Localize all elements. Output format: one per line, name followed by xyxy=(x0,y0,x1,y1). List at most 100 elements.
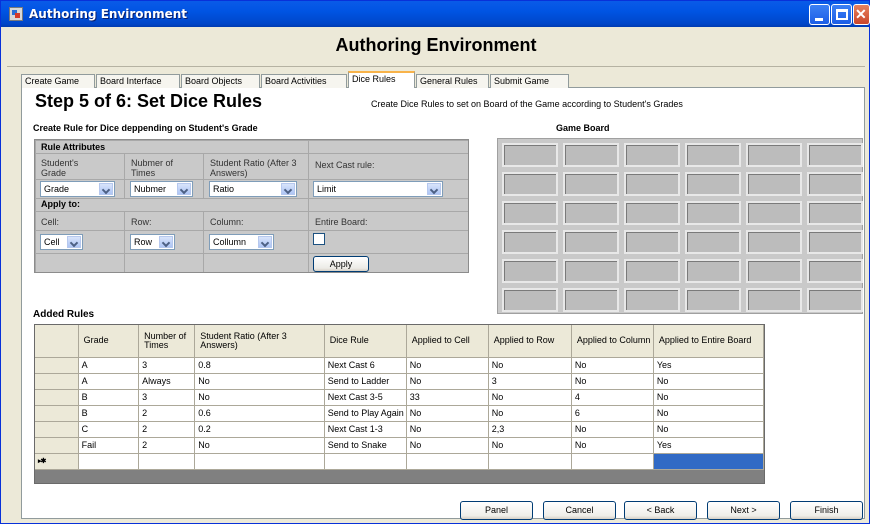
finish-button[interactable]: Finish xyxy=(790,501,863,520)
row-header[interactable] xyxy=(35,405,79,422)
board-cell[interactable] xyxy=(807,172,863,196)
board-cell[interactable] xyxy=(624,259,680,283)
table-cell[interactable]: No xyxy=(653,421,765,438)
table-cell[interactable]: No xyxy=(488,357,572,374)
board-cell[interactable] xyxy=(502,143,558,167)
new-row-cell[interactable] xyxy=(653,453,765,470)
panel-button[interactable]: Panel xyxy=(460,501,533,520)
table-cell[interactable]: Next Cast 1-3 xyxy=(324,421,407,438)
table-cell[interactable]: No xyxy=(406,437,489,454)
board-cell[interactable] xyxy=(502,259,558,283)
table-cell[interactable]: 2 xyxy=(138,421,196,438)
board-cell[interactable] xyxy=(502,230,558,254)
new-row-cell[interactable] xyxy=(571,453,654,470)
table-cell[interactable]: Send to Play Again xyxy=(324,405,407,422)
table-cell[interactable]: No xyxy=(488,405,572,422)
table-cell[interactable]: No xyxy=(406,357,489,374)
ratio-select[interactable]: Ratio xyxy=(209,181,297,197)
table-cell[interactable]: B xyxy=(78,405,140,422)
table-cell[interactable]: Next Cast 6 xyxy=(324,357,407,374)
cell-select[interactable]: Cell xyxy=(40,234,83,250)
table-cell[interactable]: 0.8 xyxy=(194,357,325,374)
board-cell[interactable] xyxy=(563,288,619,312)
apply-button[interactable]: Apply xyxy=(313,256,369,272)
table-cell[interactable]: No xyxy=(571,357,654,374)
added-rules-grid[interactable]: Grade Number of Times Student Ratio (Aft… xyxy=(34,324,765,484)
board-cell[interactable] xyxy=(746,230,802,254)
table-cell[interactable]: 3 xyxy=(138,389,196,406)
table-cell[interactable]: 2 xyxy=(138,405,196,422)
table-row[interactable]: Fail 2 No Send to Snake No No No Yes xyxy=(35,437,765,454)
new-row[interactable]: ▸✱ xyxy=(35,453,765,470)
table-cell[interactable]: Always xyxy=(138,373,196,390)
new-row-cell[interactable] xyxy=(406,453,489,470)
board-cell[interactable] xyxy=(502,172,558,196)
tab-dice-rules[interactable]: Dice Rules xyxy=(348,71,415,88)
board-cell[interactable] xyxy=(807,201,863,225)
table-row[interactable]: C 2 0.2 Next Cast 1-3 No 2,3 No No xyxy=(35,421,765,438)
table-cell[interactable]: 3 xyxy=(138,357,196,374)
board-cell[interactable] xyxy=(624,288,680,312)
board-cell[interactable] xyxy=(807,259,863,283)
table-cell[interactable]: Next Cast 3-5 xyxy=(324,389,407,406)
new-row-cell[interactable] xyxy=(194,453,325,470)
board-cell[interactable] xyxy=(685,143,741,167)
back-button[interactable]: < Back xyxy=(624,501,697,520)
row-select[interactable]: Row xyxy=(130,234,175,250)
table-cell[interactable]: No xyxy=(488,389,572,406)
table-row[interactable]: A Always No Send to Ladder No 3 No No xyxy=(35,373,765,390)
board-cell[interactable] xyxy=(624,172,680,196)
column-header[interactable]: Applied to Cell xyxy=(406,325,489,358)
tab-create-game[interactable]: Create Game xyxy=(21,74,95,88)
column-header[interactable]: Number of Times xyxy=(138,325,196,358)
table-cell[interactable]: Fail xyxy=(78,437,140,454)
tab-general-rules[interactable]: General Rules xyxy=(416,74,489,88)
table-row[interactable]: B 3 No Next Cast 3-5 33 No 4 No xyxy=(35,389,765,406)
table-cell[interactable]: No xyxy=(653,389,765,406)
table-cell[interactable]: No xyxy=(406,421,489,438)
board-cell[interactable] xyxy=(624,143,680,167)
next-button[interactable]: Next > xyxy=(707,501,780,520)
board-cell[interactable] xyxy=(563,172,619,196)
board-cell[interactable] xyxy=(624,201,680,225)
column-header[interactable]: Applied to Column xyxy=(571,325,654,358)
tab-board-objects[interactable]: Board Objects xyxy=(181,74,260,88)
row-header[interactable] xyxy=(35,437,79,454)
board-cell[interactable] xyxy=(502,201,558,225)
table-cell[interactable]: 2,3 xyxy=(488,421,572,438)
board-cell[interactable] xyxy=(563,143,619,167)
table-cell[interactable]: 33 xyxy=(406,389,489,406)
entire-board-checkbox[interactable] xyxy=(313,233,325,245)
board-cell[interactable] xyxy=(563,259,619,283)
board-cell[interactable] xyxy=(807,288,863,312)
board-cell[interactable] xyxy=(624,230,680,254)
table-cell[interactable]: No xyxy=(571,421,654,438)
table-cell[interactable]: No xyxy=(653,373,765,390)
table-cell[interactable]: No xyxy=(571,373,654,390)
board-cell[interactable] xyxy=(685,259,741,283)
table-cell[interactable]: No xyxy=(406,405,489,422)
new-row-cell[interactable] xyxy=(488,453,572,470)
board-cell[interactable] xyxy=(746,201,802,225)
column-header[interactable]: Applied to Entire Board xyxy=(653,325,765,358)
table-cell[interactable]: C xyxy=(78,421,140,438)
board-cell[interactable] xyxy=(685,172,741,196)
new-row-cell[interactable] xyxy=(138,453,196,470)
board-cell[interactable] xyxy=(746,143,802,167)
table-cell[interactable]: A xyxy=(78,373,140,390)
tab-board-activities[interactable]: Board Activities xyxy=(261,74,347,88)
board-cell[interactable] xyxy=(563,201,619,225)
row-header[interactable] xyxy=(35,373,79,390)
column-header[interactable]: Student Ratio (After 3 Answers) xyxy=(194,325,325,358)
table-cell[interactable]: Yes xyxy=(653,357,765,374)
tab-submit-game[interactable]: Submit Game xyxy=(490,74,569,88)
cancel-button[interactable]: Cancel xyxy=(543,501,616,520)
row-header[interactable] xyxy=(35,421,79,438)
table-cell[interactable]: Yes xyxy=(653,437,765,454)
table-cell[interactable]: 4 xyxy=(571,389,654,406)
tab-board-interface[interactable]: Board Interface xyxy=(96,74,180,88)
new-row-cell[interactable] xyxy=(324,453,407,470)
close-button[interactable]: ✕ xyxy=(853,4,870,25)
minimize-button[interactable] xyxy=(809,4,830,25)
maximize-button[interactable] xyxy=(831,4,852,25)
